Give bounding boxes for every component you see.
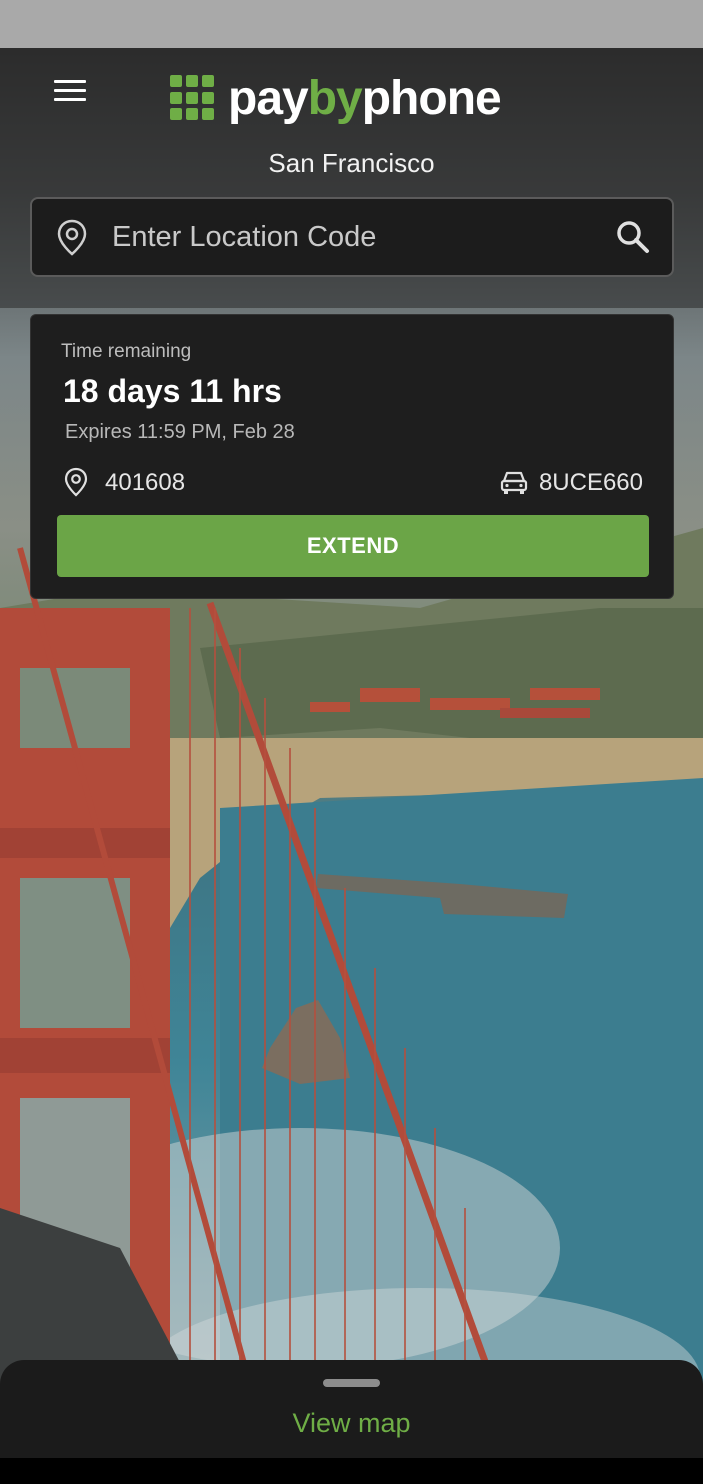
- time-remaining-value: 18 days 11 hrs: [63, 373, 282, 409]
- menu-icon: [54, 80, 86, 83]
- map-bottom-sheet[interactable]: View map: [0, 1360, 703, 1458]
- location-search-bar[interactable]: [30, 197, 674, 277]
- search-icon[interactable]: [615, 219, 651, 260]
- app-logo: paybyphone: [170, 70, 502, 126]
- drag-handle[interactable]: [323, 1379, 380, 1387]
- logo-prefix: pay: [228, 71, 309, 125]
- expiry-text: Expires 11:59 PM, Feb 28: [65, 421, 295, 443]
- location-code-input[interactable]: [112, 217, 592, 257]
- location-pin-icon: [63, 467, 89, 502]
- parking-session-card[interactable]: Time remaining 18 days 11 hrs Expires 11…: [30, 314, 674, 599]
- license-plate-value: 8UCE660: [538, 469, 643, 496]
- time-remaining-label: Time remaining: [61, 341, 192, 362]
- car-icon: [499, 469, 529, 502]
- view-map-link[interactable]: View map: [0, 1408, 703, 1439]
- system-nav-bar: [0, 1458, 703, 1484]
- logo-grid-icon: [170, 75, 216, 121]
- menu-button[interactable]: [50, 74, 92, 110]
- logo-wordmark: paybyphone: [228, 71, 502, 126]
- location-code-value: 401608: [105, 469, 186, 496]
- status-bar: [0, 0, 703, 48]
- extend-button[interactable]: EXTEND: [57, 515, 649, 577]
- city-label[interactable]: San Francisco: [0, 148, 703, 179]
- location-pin-icon: [56, 219, 88, 262]
- logo-suffix: phone: [361, 71, 502, 125]
- logo-middle: by: [307, 71, 363, 125]
